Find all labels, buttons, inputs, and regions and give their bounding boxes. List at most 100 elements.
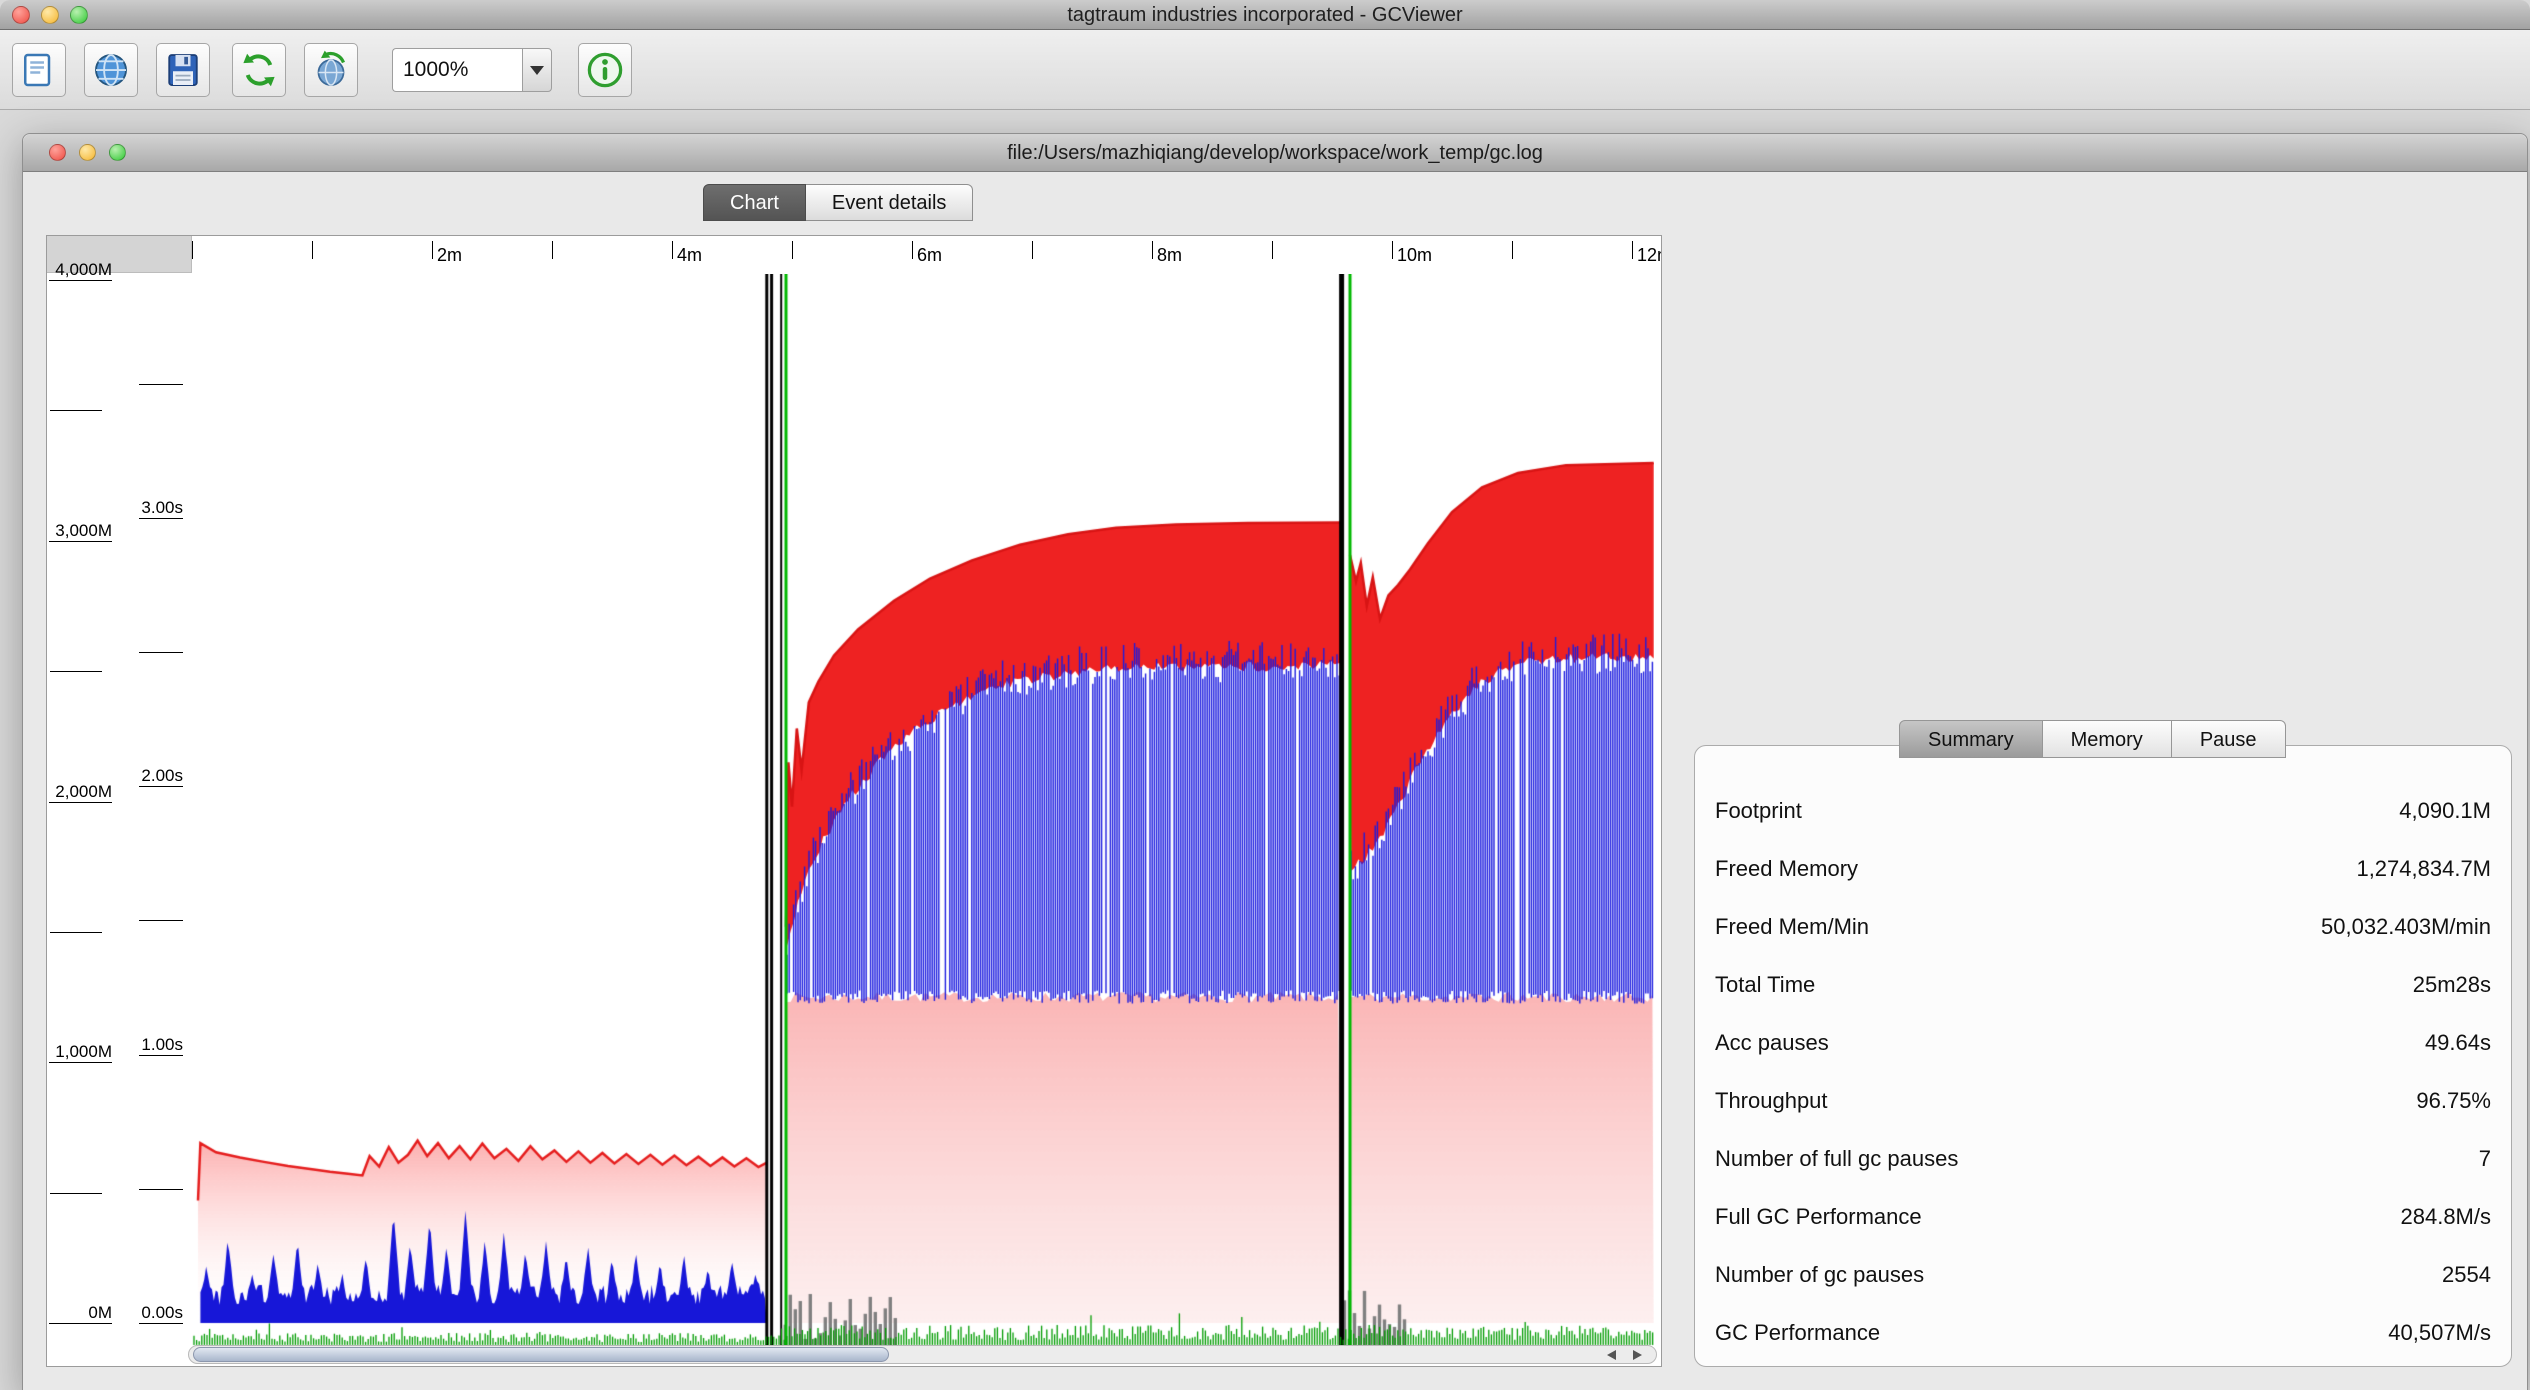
watch-globe-icon	[311, 50, 351, 90]
tab-summary[interactable]: Summary	[1899, 720, 2043, 758]
pause-axis-half-tick	[139, 652, 183, 653]
summary-row-value: 96.75%	[2416, 1088, 2491, 1114]
pause-axis-half-tick	[139, 920, 183, 921]
summary-row-value: 25m28s	[2413, 972, 2491, 998]
ruler-tick	[1632, 241, 1633, 259]
memory-axis-tick	[49, 1323, 112, 1324]
summary-row-value: 50,032.403M/min	[2321, 914, 2491, 940]
watch-button[interactable]	[304, 43, 358, 97]
ruler-tick	[192, 241, 193, 259]
summary-row-label: Total Time	[1715, 972, 1815, 998]
pause-axis-tick	[139, 786, 183, 787]
summary-row: Freed Memory 1,274,834.7M	[1715, 840, 2491, 898]
scroll-left-arrow-icon[interactable]	[1607, 1350, 1616, 1360]
summary-row: Freed Mem/Min 50,032.403M/min	[1715, 898, 2491, 956]
memory-axis-half-tick	[50, 932, 102, 933]
gc-chart-canvas[interactable]	[192, 274, 1654, 1347]
summary-row-label: Number of gc pauses	[1715, 1262, 1924, 1288]
summary-row-value: 4,090.1M	[2399, 798, 2491, 824]
document-title: file:/Users/mazhiqiang/develop/workspace…	[23, 134, 2527, 172]
window-title: tagtraum industries incorporated - GCVie…	[0, 0, 2530, 30]
view-tabs: ChartEvent details	[703, 184, 973, 221]
ruler-tick	[312, 241, 313, 259]
memory-axis-tick	[49, 541, 112, 542]
summary-row-label: Footprint	[1715, 798, 1802, 824]
scroll-right-arrow-icon[interactable]	[1633, 1350, 1642, 1360]
open-url-globe-icon	[91, 50, 131, 90]
summary-row-label: Acc pauses	[1715, 1030, 1829, 1056]
summary-row-label: Full GC Performance	[1715, 1204, 1922, 1230]
ruler-tick-label: 4m	[677, 245, 702, 266]
memory-axis-tick	[49, 802, 112, 803]
chevron-down-icon	[530, 66, 544, 75]
memory-axis-tick	[49, 280, 112, 281]
ruler-tick	[1392, 241, 1393, 259]
summary-row-label: Freed Mem/Min	[1715, 914, 1869, 940]
ruler-tick-label: 10m	[1397, 245, 1432, 266]
tab-memory[interactable]: Memory	[2043, 720, 2172, 758]
memory-axis-label: 4,000M	[47, 260, 112, 280]
summary-panel: Footprint 4,090.1M Freed Memory 1,274,834.7…	[1694, 745, 2512, 1367]
summary-row: Acc pauses 49.64s	[1715, 1014, 2491, 1072]
ruler-tick	[672, 241, 673, 259]
zoom-input[interactable]: 1000%	[392, 48, 522, 92]
summary-table: Footprint 4,090.1M Freed Memory 1,274,834.7…	[1715, 782, 2491, 1362]
info-button[interactable]	[578, 43, 632, 97]
chart-horizontal-scrollbar[interactable]	[188, 1345, 1657, 1364]
summary-row: Total Time 25m28s	[1715, 956, 2491, 1014]
summary-row-value: 2554	[2442, 1262, 2491, 1288]
open-file-icon	[19, 50, 59, 90]
open-url-button[interactable]	[84, 43, 138, 97]
summary-row: Footprint 4,090.1M	[1715, 782, 2491, 840]
memory-axis-tick	[49, 1062, 112, 1063]
summary-row-value: 49.64s	[2425, 1030, 2491, 1056]
ruler-tick	[792, 241, 793, 259]
summary-row-label: GC Performance	[1715, 1320, 1880, 1346]
ruler-tick	[1032, 241, 1033, 259]
ruler-tick	[912, 241, 913, 259]
ruler-tick-label: 12m	[1637, 245, 1662, 266]
ruler-tick-label: 2m	[437, 245, 462, 266]
tab-chart[interactable]: Chart	[703, 184, 806, 221]
toolbar: 1000%	[0, 30, 2530, 110]
memory-axis-half-tick	[50, 1193, 102, 1194]
summary-row: Throughput96.75%	[1715, 1072, 2491, 1130]
summary-row: GC Performance40,507M/s	[1715, 1304, 2491, 1362]
tab-event-details[interactable]: Event details	[806, 184, 974, 221]
summary-row-label: Number of full gc pauses	[1715, 1146, 1958, 1172]
info-icon	[585, 50, 625, 90]
export-button[interactable]	[156, 43, 210, 97]
summary-row: Number of full gc pauses7	[1715, 1130, 2491, 1188]
pause-axis-label: 0.00s	[119, 1303, 183, 1323]
pause-axis-tick	[139, 1055, 183, 1056]
pause-axis-tick	[139, 1323, 183, 1324]
pause-axis-label: 3.00s	[119, 498, 183, 518]
memory-axis-half-tick	[50, 410, 102, 411]
document-titlebar[interactable]: file:/Users/mazhiqiang/develop/workspace…	[23, 134, 2527, 172]
ruler-tick-label: 6m	[917, 245, 942, 266]
summary-row-label: Freed Memory	[1715, 856, 1858, 882]
memory-axis-half-tick	[50, 671, 102, 672]
ruler-tick-label: 8m	[1157, 245, 1182, 266]
window-titlebar[interactable]: tagtraum industries incorporated - GCVie…	[0, 0, 2530, 30]
zoom-dropdown-button[interactable]	[522, 48, 552, 92]
chart-panel: 2m4m6m8m10m12m0M1,000M2,000M3,000M4,000M…	[46, 235, 1662, 1367]
save-floppy-icon	[163, 50, 203, 90]
tab-pause[interactable]: Pause	[2172, 720, 2286, 758]
scrollbar-thumb[interactable]	[193, 1347, 889, 1362]
ruler-tick	[552, 241, 553, 259]
refresh-button[interactable]	[232, 43, 286, 97]
memory-axis-label: 3,000M	[47, 521, 112, 541]
memory-axis-label: 2,000M	[47, 782, 112, 802]
ruler-tick	[1152, 241, 1153, 259]
ruler-tick	[1512, 241, 1513, 259]
gcviewer-app: tagtraum industries incorporated - GCVie…	[0, 0, 2530, 1390]
summary-row-value: 1,274,834.7M	[2356, 856, 2491, 882]
summary-row: Full GC Performance284.8M/s	[1715, 1188, 2491, 1246]
memory-axis-label: 0M	[47, 1303, 112, 1323]
summary-row: Number of gc pauses 2554	[1715, 1246, 2491, 1304]
pause-axis-half-tick	[139, 1189, 183, 1190]
pause-axis-label: 1.00s	[119, 1035, 183, 1055]
open-file-button[interactable]	[12, 43, 66, 97]
pause-axis-label: 2.00s	[119, 766, 183, 786]
